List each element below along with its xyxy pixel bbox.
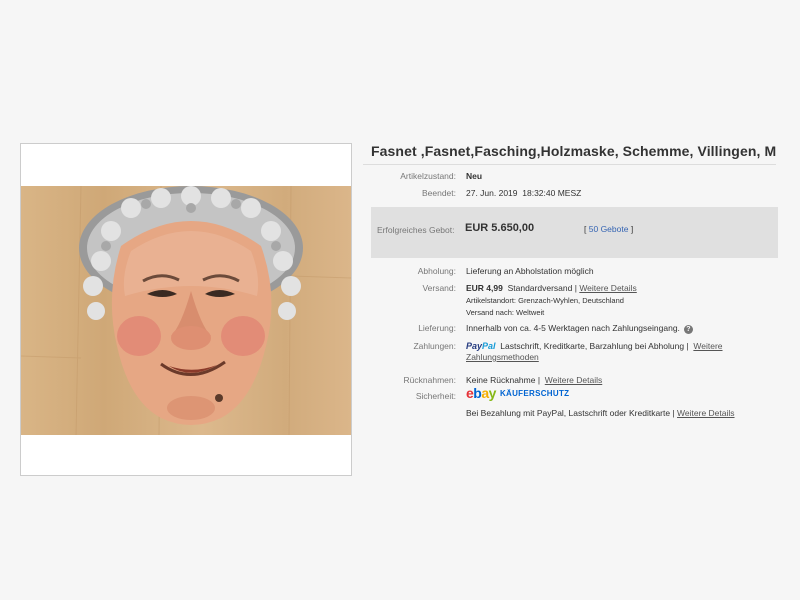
- returns-details-link[interactable]: Weitere Details: [545, 375, 602, 385]
- buyer-protection-label: KÄUFERSCHUTZ: [499, 389, 570, 398]
- more-payment-methods-link-1[interactable]: Weitere: [693, 341, 722, 351]
- payments-value: PayPal Lastschrift, Kreditkarte, Barzahl…: [466, 341, 723, 352]
- shipping-method: Standardversand: [507, 283, 573, 293]
- product-photo[interactable]: [21, 186, 351, 435]
- mask-photo-icon: [21, 186, 351, 435]
- winning-bid-box: Erfolgreiches Gebot: EUR 5.650,00 [ 50 G…: [371, 207, 778, 258]
- security-label: Sicherheit:: [415, 391, 456, 401]
- ebay-logo-icon: ebay: [466, 385, 496, 401]
- bid-count: [ 50 Gebote ]: [584, 224, 634, 234]
- more-payment-methods-link-2[interactable]: Zahlungsmethoden: [466, 352, 539, 362]
- pickup-label: Abholung:: [417, 266, 456, 276]
- payment-methods: Lastschrift, Kreditkarte, Barzahlung bei…: [500, 341, 689, 351]
- buyer-protection-badge[interactable]: ebay KÄUFERSCHUTZ: [466, 385, 570, 401]
- pickup-value: Lieferung an Abholstation möglich: [466, 266, 594, 276]
- delivery-value: Innerhalb von ca. 4-5 Werktagen nach Zah…: [466, 323, 693, 334]
- condition-label: Artikelzustand:: [400, 171, 456, 181]
- security-details-link[interactable]: Weitere Details: [677, 408, 734, 418]
- title-divider: [363, 164, 776, 165]
- item-location: Artikelstandort: Grenzach-Wyhlen, Deutsc…: [466, 296, 624, 305]
- security-description: Bei Bezahlung mit PayPal, Lastschrift od…: [466, 408, 735, 418]
- help-icon[interactable]: ?: [683, 325, 693, 334]
- ended-value: 27. Jun. 2019 18:32:40 MESZ: [466, 188, 581, 199]
- paypal-logo-icon: PayPal: [466, 341, 496, 351]
- bid-history-link[interactable]: 50 Gebote: [589, 224, 629, 234]
- shipping-details-link[interactable]: Weitere Details: [579, 283, 636, 293]
- condition-value: Neu: [466, 171, 483, 181]
- ended-time: 18:32:40 MESZ: [522, 188, 582, 198]
- returns-label: Rücknahmen:: [403, 375, 456, 385]
- delivery-label: Lieferung:: [418, 323, 456, 333]
- payments-label: Zahlungen:: [413, 341, 456, 351]
- shipping-value: EUR 4,99 Standardversand | Weitere Detai…: [466, 283, 637, 293]
- shipping-price: EUR 4,99: [466, 283, 503, 293]
- ended-date: 27. Jun. 2019: [466, 188, 518, 198]
- ships-to: Versand nach: Weltweit: [466, 308, 545, 317]
- shipping-label: Versand:: [422, 283, 456, 293]
- winning-bid-label: Erfolgreiches Gebot:: [377, 225, 455, 235]
- winning-bid-price: EUR 5.650,00: [465, 222, 535, 234]
- product-image-card[interactable]: [20, 143, 352, 476]
- ended-label: Beendet:: [421, 188, 456, 198]
- item-title: Fasnet ,Fasnet,Fasching,Holzmaske, Schem…: [371, 143, 776, 159]
